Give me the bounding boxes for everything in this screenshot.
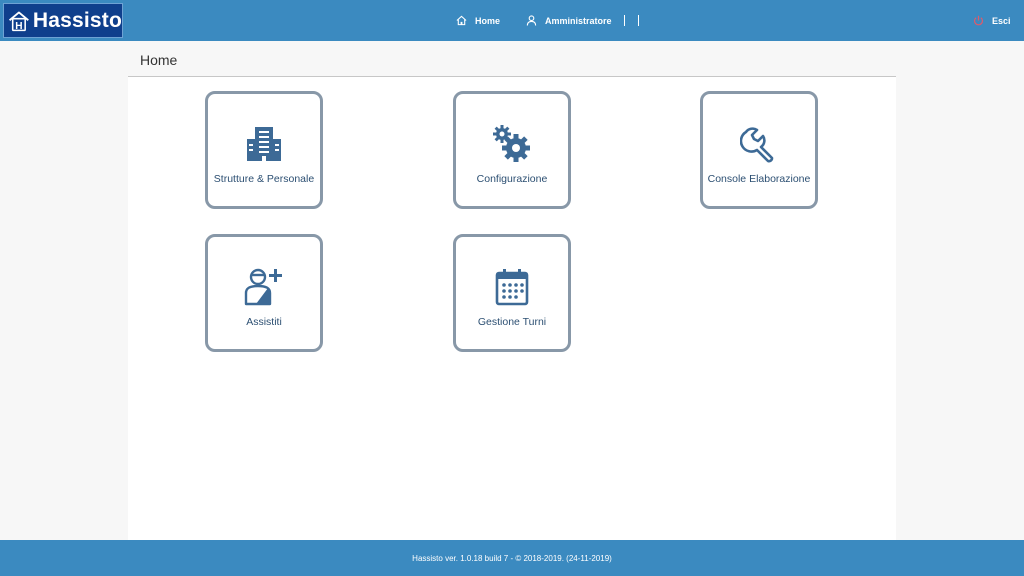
logo-letter: H [15, 20, 22, 31]
tile-label: Configurazione [476, 173, 548, 185]
nav-admin[interactable]: Amministratore [526, 0, 612, 41]
tile-assistiti[interactable]: Assistiti [205, 234, 323, 352]
footer-version-text: Hassisto ver. 1.0.18 build 7 - © 2018-20… [412, 553, 612, 563]
nav-home-label: Home [475, 15, 501, 26]
footer: Hassisto ver. 1.0.18 build 7 - © 2018-20… [0, 540, 1024, 576]
nav-home[interactable]: Home [456, 0, 500, 41]
tile-configurazione[interactable]: Configurazione [453, 91, 571, 209]
tile-label: Strutture & Personale [213, 173, 315, 185]
main-page: Home Strutture & Personale Configurazion… [128, 41, 896, 540]
home-icon [456, 15, 467, 26]
page-header: Home [128, 41, 896, 77]
power-icon [973, 15, 984, 26]
tile-label: Assistiti [246, 316, 282, 328]
building-icon [247, 127, 281, 161]
top-bar: H Hassisto Home Amministratore Esci [0, 0, 1024, 41]
app-logo[interactable]: H Hassisto [3, 3, 123, 38]
wrench-icon [740, 127, 774, 163]
page-title: Home [140, 52, 178, 68]
calendar-icon [495, 269, 529, 306]
nav-separator [638, 15, 639, 26]
tile-label: Gestione Turni [477, 316, 547, 328]
tile-console-elaborazione[interactable]: Console Elaborazione [700, 91, 818, 209]
user-icon [526, 15, 537, 26]
gears-icon [493, 125, 530, 162]
app-name: Hassisto [32, 8, 122, 32]
house-h-icon: H [8, 10, 29, 31]
patient-add-icon [244, 268, 282, 306]
nav-exit-label: Esci [992, 15, 1011, 26]
nav-separator [624, 15, 625, 26]
tile-gestione-turni[interactable]: Gestione Turni [453, 234, 571, 352]
tile-strutture-personale[interactable]: Strutture & Personale [205, 91, 323, 209]
nav-admin-label: Amministratore [545, 15, 612, 26]
tile-label: Console Elaborazione [707, 173, 811, 185]
nav-exit[interactable]: Esci [973, 0, 1011, 41]
